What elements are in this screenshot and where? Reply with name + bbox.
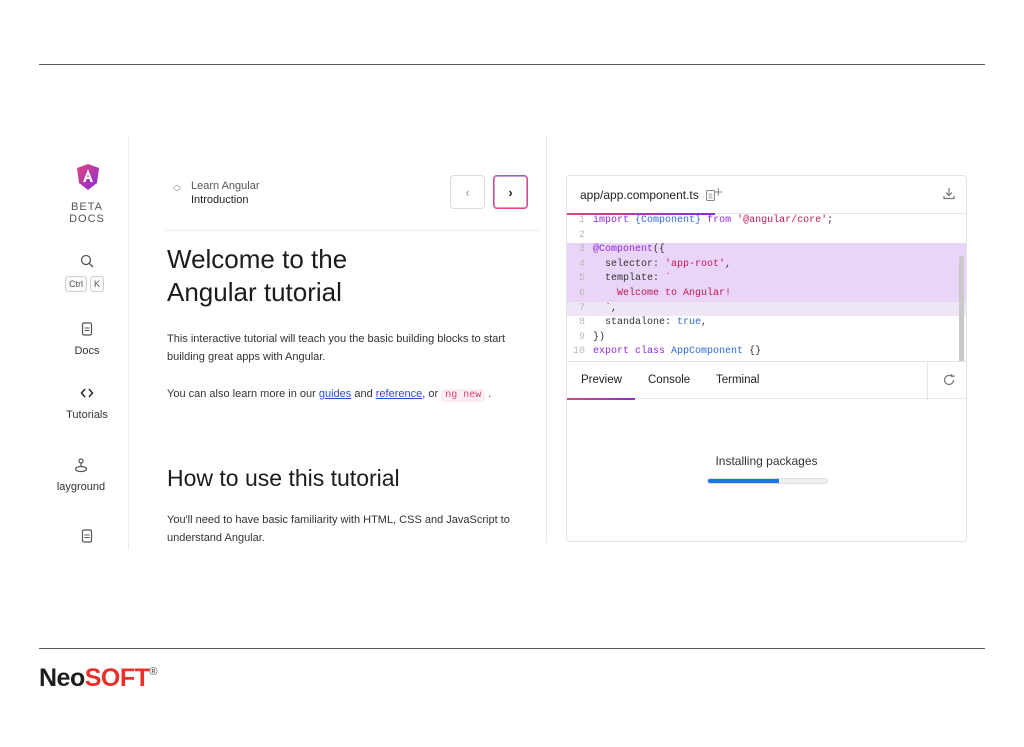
kbd-k: K [90,276,105,292]
rail-item-label: Docs [74,345,100,357]
intro-paragraph: This interactive tutorial will teach you… [167,333,506,363]
download-icon[interactable] [942,186,956,200]
editor-tabs: app/app.component.ts + [567,176,966,215]
preview-tabs: Preview Console Terminal [567,361,966,400]
code-line: 3 @Component({ [567,243,966,258]
tab-label: Preview [581,374,622,386]
text: , or [422,388,442,400]
prev-step-button[interactable]: ‹ [450,175,485,209]
install-status: Installing packages [715,454,818,468]
code-line: 2 [578,229,585,241]
breadcrumb-parent: Learn Angular [191,180,260,192]
search-shortcut: Ctrl K [65,276,105,292]
angular-logo-icon[interactable] [77,164,99,190]
text: . [485,388,492,400]
tab-console[interactable]: Console [648,374,690,386]
next-step-button[interactable]: › [493,175,528,209]
code-line: 7 `, [567,301,966,317]
tutorial-content: ︿ ﹀ Learn Angular Introduction ‹ › Welcom… [165,135,540,550]
rail-item-label: Tutorials [66,409,108,421]
text: and [351,388,376,400]
ng-new-code: ng new [441,389,486,402]
code-editor[interactable]: 1 import {Component} from '@angular/core'… [567,214,966,374]
editor-scrollbar[interactable] [959,256,964,374]
how-to-paragraph: You'll need to have basic familiarity wi… [167,514,510,544]
chevron-up-down-icon[interactable]: ︿ ﹀ [173,181,181,197]
angular-docs-screenshot: BETA DOCS Ctrl K Docs Tutorials laygroun… [55,135,975,550]
section-heading: How to use this tutorial [167,465,400,491]
breadcrumb-current: Introduction [191,194,249,206]
page-title: Welcome to the Angular tutorial [167,243,347,309]
rail-item-reference[interactable] [55,528,119,550]
search-icon[interactable] [79,253,95,269]
reference-icon [81,529,93,543]
kbd-ctrl: Ctrl [65,276,87,292]
chevron-left-icon: ‹ [465,184,470,200]
code-line: 4 selector: 'app-root', [567,257,966,273]
code-line: 8 standalone: true, [578,317,708,329]
learn-more-paragraph: You can also learn more in our guides an… [167,385,527,405]
tab-label: Console [648,374,691,386]
code-line: 6 Welcome to Angular! [567,286,966,302]
rail-item-label: layground [56,481,106,493]
add-file-button[interactable]: + [714,184,723,201]
joystick-icon [74,458,88,473]
install-progress-bar [707,478,828,484]
code-line: 5 template: ` [567,272,966,287]
code-brackets-icon [80,388,94,398]
code-line: 1 import {Component} from '@angular/core'… [578,215,834,226]
rail-item-playground[interactable]: layground [55,457,113,493]
neosoft-logo: NeoSOFT® [39,664,157,693]
guides-link[interactable]: guides [319,388,351,400]
tab-preview[interactable]: Preview [567,374,635,400]
rail-item-tutorials[interactable]: Tutorials [55,385,119,421]
logo-neo: Neo [39,664,85,692]
tab-app-component[interactable]: app/app.component.ts [567,176,716,215]
top-rule [39,64,985,65]
refresh-icon[interactable] [942,373,956,387]
docs-icon [81,322,93,336]
tab-label: Terminal [716,374,760,386]
divider [927,362,928,400]
chevron-right-icon: › [508,184,513,200]
bottom-rule [39,648,985,649]
side-rail: BETA DOCS Ctrl K Docs Tutorials laygroun… [55,135,129,550]
progress-fill [708,479,780,483]
page-title-line1: Welcome to the [167,244,348,274]
tab-terminal[interactable]: Terminal [716,374,759,386]
beta-docs-label: BETA DOCS [69,201,105,225]
breadcrumb[interactable]: Learn Angular Introduction [191,179,260,207]
editor-panel: app/app.component.ts + 1 import {Componen… [566,175,967,542]
reference-link[interactable]: reference [376,388,422,400]
tab-label: app/app.component.ts [580,188,699,202]
rail-item-docs[interactable]: Docs [55,321,119,357]
divider [165,230,540,231]
active-tab-underline [567,398,635,400]
page-title-line2: Angular tutorial [167,277,342,307]
code-line: 10 export class AppComponent {} [572,346,762,358]
pane-divider[interactable] [546,135,547,543]
text: You can also learn more in our [167,388,319,400]
logo-soft: SOFT [84,664,150,692]
logo-registered: ® [149,666,158,678]
code-line: 9}) [578,331,606,343]
